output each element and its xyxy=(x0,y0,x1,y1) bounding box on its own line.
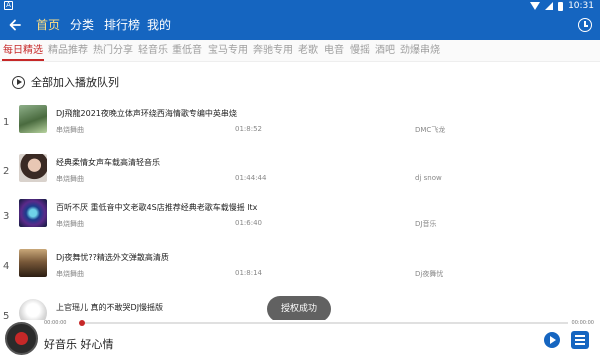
category-slow-shake[interactable]: 慢摇 xyxy=(350,45,370,57)
category-bar: 每日精选 精品推荐 热门分享 轻音乐 重低音 宝马专用 奔驰专用 老歌 电音 慢… xyxy=(0,40,600,62)
song-title: 经典柔情女声车载高清轻音乐 xyxy=(56,158,160,167)
history-clock-icon[interactable] xyxy=(578,18,592,32)
active-category-indicator xyxy=(2,59,44,61)
category-bar[interactable]: 酒吧 xyxy=(375,45,395,57)
back-arrow-icon[interactable] xyxy=(8,18,22,32)
category-benz[interactable]: 奔驰专用 xyxy=(253,45,293,57)
album-disc-icon[interactable] xyxy=(5,322,38,355)
tab-category[interactable]: 分类 xyxy=(70,17,94,33)
app-bar: 首页 分类 排行榜 我的 xyxy=(0,12,600,40)
song-duration: 01:6:40 xyxy=(235,219,262,227)
song-genre: 串烧舞曲 xyxy=(56,126,84,134)
category-bmw[interactable]: 宝马专用 xyxy=(208,45,248,57)
now-playing-title: 好音乐 好心情 xyxy=(44,338,114,351)
song-genre: 串烧舞曲 xyxy=(56,175,84,183)
notification-icon: A xyxy=(4,1,13,10)
category-medley[interactable]: 劲爆串烧 xyxy=(400,45,440,57)
song-title: 百听不厌 重低音中文老歌4S店推荐经典老歌车载慢摇 ltx xyxy=(56,203,258,212)
total-time: 00:00:00 xyxy=(571,320,594,326)
current-time: 00:00:00 xyxy=(44,320,67,326)
play-all-button[interactable]: 全部加入播放队列 xyxy=(12,74,119,90)
song-duration: 01:44:44 xyxy=(235,174,267,182)
tab-mine[interactable]: 我的 xyxy=(147,17,171,33)
category-electronic[interactable]: 电音 xyxy=(324,45,344,57)
song-row[interactable]: 4 Dj夜舞忧??精选外文弹散高清质 串烧舞曲 01:8:14 Dj夜舞忧 xyxy=(0,242,600,286)
progress-knob[interactable] xyxy=(79,320,85,326)
song-title: DJ飛龍2021夜晚立体声环绕西海情歌专编中英串烧 xyxy=(56,109,237,118)
song-number: 1 xyxy=(3,117,10,128)
category-light-music[interactable]: 轻音乐 xyxy=(138,45,168,57)
song-thumbnail xyxy=(19,249,47,277)
category-heavy-bass[interactable]: 重低音 xyxy=(172,45,202,57)
toast-message: 授权成功 xyxy=(267,296,331,322)
song-number: 3 xyxy=(3,211,10,222)
tab-ranking[interactable]: 排行榜 xyxy=(104,17,140,33)
tab-home[interactable]: 首页 xyxy=(36,17,60,33)
status-bar: A 10:31 xyxy=(0,0,600,12)
song-thumbnail xyxy=(19,154,47,182)
song-artist: DMC飞龙 xyxy=(415,126,446,134)
song-artist: Dj夜舞忧 xyxy=(415,270,444,278)
song-thumbnail xyxy=(19,199,47,227)
song-genre: 串烧舞曲 xyxy=(56,220,84,228)
song-artist: DJ音乐 xyxy=(415,220,437,228)
song-number: 2 xyxy=(3,166,10,177)
song-artist: dj snow xyxy=(415,174,442,182)
play-button[interactable] xyxy=(544,332,560,348)
playlist-button[interactable] xyxy=(571,331,589,349)
battery-icon xyxy=(558,1,564,11)
play-all-label: 全部加入播放队列 xyxy=(31,76,119,89)
song-row[interactable]: 2 经典柔情女声车载高清轻音乐 串烧舞曲 01:44:44 dj snow xyxy=(0,147,600,191)
category-recommended[interactable]: 精品推荐 xyxy=(48,45,88,57)
play-circle-icon xyxy=(12,75,25,89)
song-title: Dj夜舞忧??精选外文弹散高清质 xyxy=(56,253,169,262)
status-time: 10:31 xyxy=(568,1,594,11)
song-title: 上官瑶儿 真的不敢哭DJ慢摇版 xyxy=(56,303,164,312)
song-row[interactable]: 1 DJ飛龍2021夜晚立体声环绕西海情歌专编中英串烧 串烧舞曲 01:8:52… xyxy=(0,98,600,142)
category-oldies[interactable]: 老歌 xyxy=(298,45,318,57)
progress-track[interactable] xyxy=(82,322,568,324)
song-genre: 串烧舞曲 xyxy=(56,270,84,278)
song-number: 4 xyxy=(3,261,10,272)
signal-icon xyxy=(545,2,554,10)
category-daily-picks[interactable]: 每日精选 xyxy=(3,45,43,57)
wifi-icon xyxy=(530,2,541,10)
song-row[interactable]: 3 百听不厌 重低音中文老歌4S店推荐经典老歌车载慢摇 ltx 串烧舞曲 01:… xyxy=(0,192,600,236)
song-duration: 01:8:52 xyxy=(235,125,262,133)
song-thumbnail xyxy=(19,105,47,133)
mini-player: 00:00:00 00:00:00 好音乐 好心情 xyxy=(0,320,600,360)
category-hot-share[interactable]: 热门分享 xyxy=(93,45,133,57)
song-duration: 01:8:14 xyxy=(235,269,262,277)
